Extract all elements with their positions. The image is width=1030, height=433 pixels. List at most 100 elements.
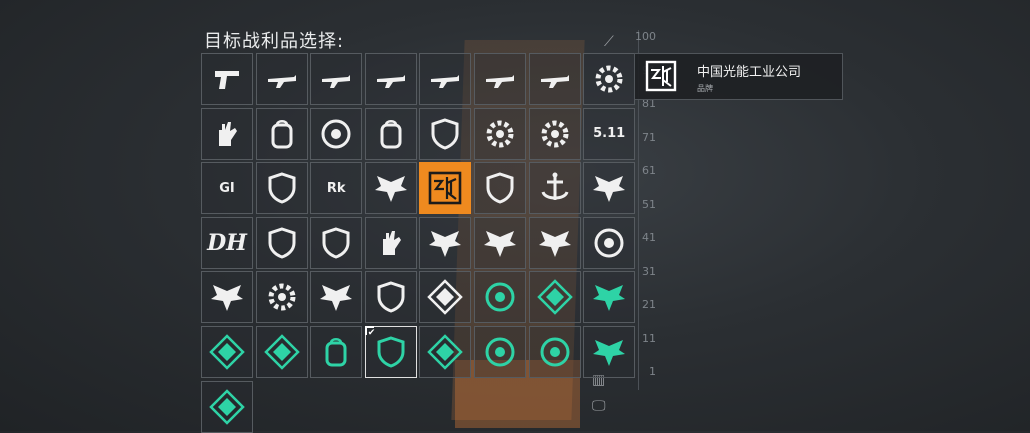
brand-hammer-icon [382, 230, 401, 255]
loot-slot-brand-winged-a[interactable] [201, 271, 253, 324]
loot-slot-brand-china-light[interactable] [419, 162, 472, 215]
scale-tick-label: 1 [649, 365, 656, 378]
loot-slot-brand-spartan[interactable] [255, 162, 308, 215]
loot-slot-exotic-tower[interactable]: ✔ [364, 325, 417, 378]
brand-rk-icon: Rk [326, 180, 346, 196]
mask-icon [595, 65, 623, 93]
loot-slot-brand-511[interactable]: 5.11 [583, 107, 636, 160]
brand-china-light-icon [429, 171, 462, 205]
loot-slot-lmg[interactable] [473, 53, 526, 105]
chest-armor-icon [431, 118, 459, 150]
exotic-rose-icon [485, 337, 515, 367]
loot-slot-chest-armor[interactable] [419, 107, 472, 160]
loot-slot-brand-claw[interactable] [583, 162, 636, 215]
loot-slot-exotic-flag[interactable] [528, 271, 581, 324]
brand-fleur-icon [427, 279, 464, 316]
brand-wings-icon [429, 230, 462, 257]
loot-slot-exotic-target[interactable] [473, 271, 526, 324]
scale-tick-label: 61 [642, 164, 656, 177]
brand-spartan-icon [268, 172, 296, 204]
loot-slot-brand-flame[interactable] [473, 162, 526, 215]
loot-slot-brand-anchor[interactable] [528, 162, 581, 215]
loot-slot-mask-face[interactable] [310, 107, 363, 160]
loot-target-grid: 5.11 GI Rk DH ✔ [201, 53, 636, 433]
loot-slot-gloves[interactable] [201, 107, 253, 160]
brand-wolf-icon [268, 227, 296, 259]
scale-tick-label: 51 [642, 197, 656, 211]
loot-slot-brand-rk[interactable]: Rk [310, 162, 363, 215]
loot-slot-exotic-hazard[interactable] [528, 325, 581, 378]
loot-slot-skill-gear[interactable] [528, 107, 581, 160]
loot-slot-marksman-rifle[interactable] [419, 53, 472, 105]
backpack-icon [380, 119, 402, 149]
loot-slot-exotic-flower[interactable] [419, 325, 472, 378]
rifle-icon [376, 75, 405, 88]
loot-slot-brand-hammer[interactable] [364, 216, 417, 269]
loot-slot-smg[interactable] [255, 53, 308, 105]
loot-slot-kneepads[interactable] [473, 107, 526, 160]
loot-slot-brand-eagle-dive[interactable] [528, 216, 581, 269]
brand-cs-icon [483, 230, 516, 257]
loot-slot-brand-wings[interactable] [419, 216, 472, 269]
loot-slot-brand-cs[interactable] [473, 216, 526, 269]
loot-slot-brand-samurai[interactable] [255, 271, 308, 324]
loot-slot-brand-stripes-a[interactable] [364, 271, 417, 324]
loot-slot-exotic-cards[interactable] [310, 325, 363, 378]
exotic-cards-icon [325, 337, 347, 367]
loot-slot-pistol[interactable] [201, 53, 253, 105]
lmg-icon [485, 75, 514, 88]
skill-gear-icon [541, 120, 569, 148]
scale-tick-label: 100 [635, 30, 656, 43]
loot-slot-assault-rifle[interactable] [310, 53, 363, 105]
brand-stripes-a-icon [377, 281, 405, 313]
exotic-h-icon [593, 285, 626, 312]
marksman-rifle-icon [431, 75, 460, 88]
brand-wyvern-icon [320, 285, 353, 312]
brand-eagle-dive-icon [538, 230, 571, 257]
mask-face-icon [321, 119, 351, 149]
selected-brand-panel: 中国光能工业公司 品牌 [634, 53, 843, 100]
loot-slot-exotic-spear[interactable] [201, 380, 253, 433]
loot-slot-mask[interactable] [583, 53, 636, 105]
pistol-icon [215, 71, 239, 89]
exotic-arrow-icon [263, 334, 300, 370]
scale-tick-label: 41 [642, 231, 656, 244]
brand-gila-icon: GI [219, 180, 235, 196]
exotic-burst-icon [209, 334, 245, 370]
exotic-beast-icon [593, 339, 626, 366]
scale-tick-label: 21 [642, 298, 656, 311]
loot-slot-brand-fleur[interactable] [419, 271, 472, 324]
loot-slot-holster[interactable] [255, 107, 308, 160]
loot-slot-brand-eagle[interactable] [364, 162, 417, 215]
loot-slot-brand-gila[interactable]: GI [201, 162, 253, 215]
loot-slot-exotic-h[interactable] [583, 271, 636, 324]
brand-eagle-icon [374, 176, 407, 203]
loot-slot-exotic-arrow[interactable] [255, 325, 308, 378]
exotic-flag-icon [536, 279, 573, 316]
exotic-spear-icon [209, 388, 245, 425]
brand-dh-icon: DH [207, 229, 247, 256]
loot-slot-rifle[interactable] [364, 53, 417, 105]
brand-511-icon: 5.11 [593, 126, 626, 142]
scale-tick-label: 31 [642, 264, 656, 278]
brand-type-label: 品牌 [697, 84, 713, 93]
weapon-silhouette-icon: ⟋ [604, 34, 614, 50]
shotgun-icon [540, 75, 569, 88]
loot-slot-backpack[interactable] [364, 107, 417, 160]
loot-slot-brand-ring[interactable] [583, 216, 636, 269]
loot-slot-exotic-burst[interactable] [201, 325, 253, 378]
loot-slot-brand-dh[interactable]: DH [201, 216, 253, 269]
loot-slot-exotic-rose[interactable] [473, 325, 526, 378]
loot-slot-brand-wyvern[interactable] [310, 271, 363, 324]
loot-slot-exotic-beast[interactable] [583, 325, 636, 378]
checkmark-icon: ✔ [367, 327, 376, 338]
scale-tick-label: 71 [642, 130, 656, 144]
loot-slot-shotgun[interactable] [528, 53, 581, 105]
brand-name: 中国光能工业公司 [697, 65, 802, 80]
kneepads-icon [486, 120, 514, 148]
loot-slot-brand-wolf[interactable] [255, 216, 308, 269]
exotic-target-icon [485, 282, 515, 312]
brand-stars-shield-icon [322, 227, 350, 259]
loot-slot-brand-stars-shield[interactable] [310, 216, 363, 269]
scale-tick-label: 11 [642, 331, 656, 345]
